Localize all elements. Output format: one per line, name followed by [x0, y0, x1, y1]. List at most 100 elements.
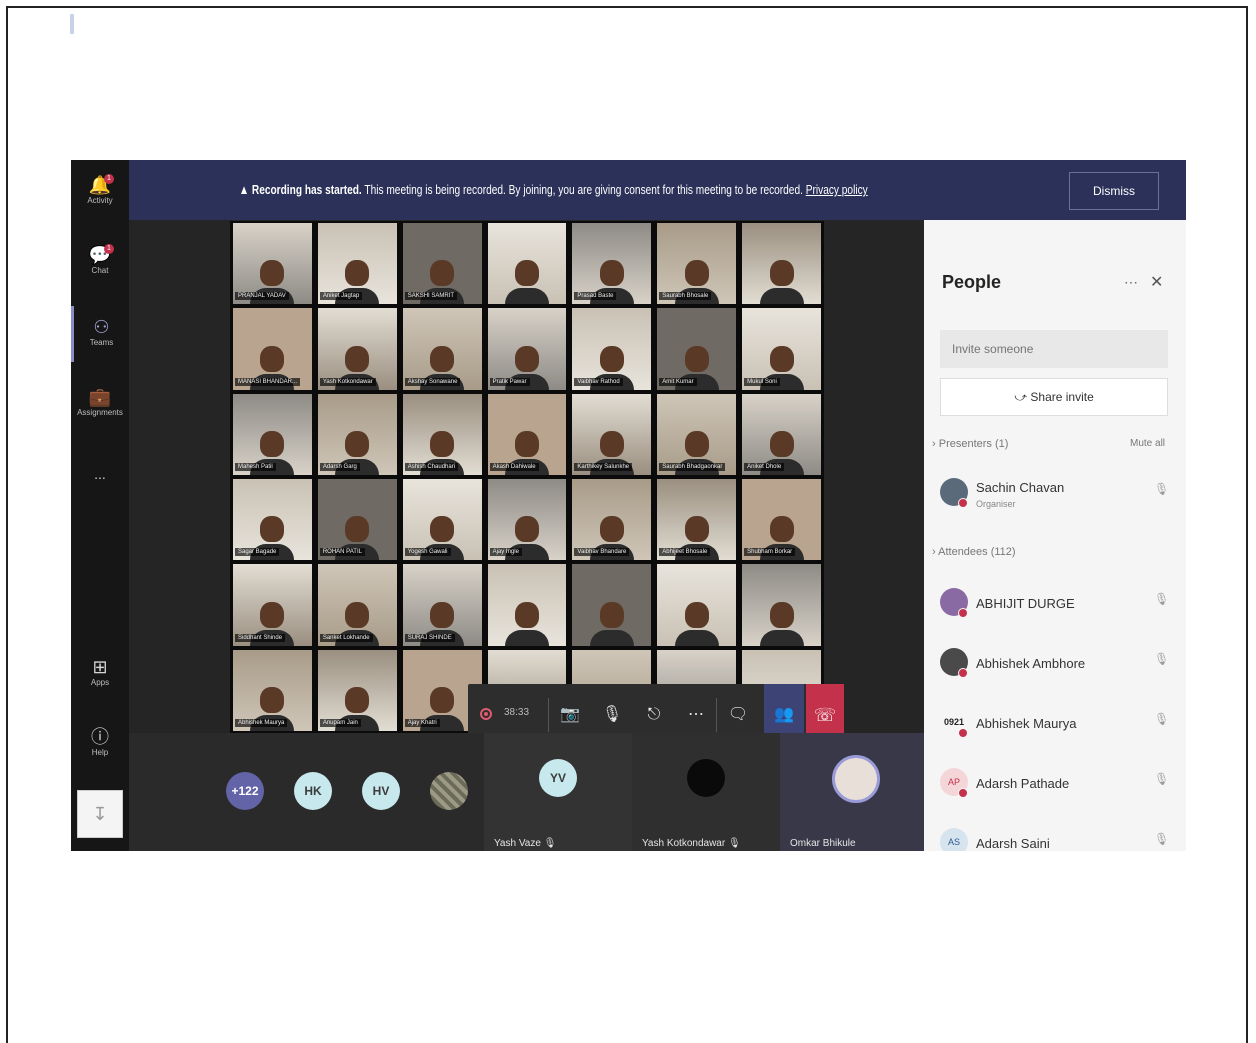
participant-name: Abhishek Maurya — [976, 716, 1077, 731]
more-actions-icon[interactable]: ⋯ — [682, 700, 710, 730]
video-tile[interactable]: Ashish Chaudhari — [402, 393, 482, 475]
video-tile[interactable]: Aniket Jagtap — [317, 223, 397, 305]
recording-indicator-icon — [480, 708, 492, 720]
video-tile[interactable]: Saurabh Bhosale — [657, 223, 737, 305]
video-tile[interactable]: Ajay Ingle — [487, 479, 567, 561]
video-tile[interactable]: MANASI BHANDAR... — [233, 308, 312, 390]
participant-video — [345, 260, 370, 287]
bell-icon: 🔔 — [88, 175, 112, 195]
rail-item-chat[interactable]: 💬 1 Chat — [71, 234, 129, 290]
status-icon — [958, 788, 968, 798]
video-tile[interactable]: Karthikey Salunkhe — [572, 393, 652, 475]
video-tile[interactable]: Prasad Baste — [572, 223, 652, 305]
participant-video — [514, 430, 539, 457]
video-tile[interactable]: Anupam Jain — [317, 649, 397, 731]
video-tile[interactable]: Shubham Borkar — [742, 479, 821, 561]
more-apps-icon[interactable]: ... — [71, 466, 129, 482]
participant-name: Vaibhav Bhandare — [574, 548, 630, 557]
participant-tile[interactable]: YV Yash Vaze 🎙 — [484, 733, 632, 851]
attendee-row[interactable]: ABHIJIT DURGE 🎙 — [940, 584, 1176, 630]
video-tile[interactable] — [742, 223, 821, 305]
camera-off-icon[interactable]: 📷 — [556, 700, 584, 730]
presenters-header[interactable]: › Presenters (1) — [932, 438, 1008, 450]
video-tile[interactable] — [487, 564, 567, 646]
more-options-icon[interactable]: ⋯ — [1124, 274, 1138, 291]
chat-toggle-icon[interactable]: 🗨 — [724, 700, 752, 730]
video-tile[interactable]: Mukul Soni — [742, 308, 821, 390]
video-tile[interactable]: Amit Kumar — [657, 308, 737, 390]
video-tile[interactable] — [657, 564, 737, 646]
teams-icon: ⚇ — [93, 317, 110, 337]
attendee-row[interactable]: AP Adarsh Pathade 🎙 — [940, 764, 1176, 810]
participant-video — [345, 516, 370, 543]
video-tile[interactable]: Mahesh Patil — [233, 393, 312, 475]
share-screen-icon[interactable]: ⎋ — [640, 700, 668, 730]
video-tile[interactable] — [487, 223, 567, 305]
participant-tile[interactable]: Omkar Bhikule — [780, 733, 924, 851]
people-panel: People ⋯ ✕ ⤻ Share invite › Presenters (… — [924, 220, 1186, 851]
rail-item-assignments[interactable]: 💼 Assignments — [71, 376, 129, 432]
rail-item-help[interactable]: ⓘ Help — [71, 716, 129, 772]
mic-off-icon[interactable]: 🎙 — [1154, 832, 1169, 846]
video-tile[interactable]: SURAJ SHINDE — [402, 564, 482, 646]
video-tile[interactable]: Abhijeet Bhosale — [657, 479, 737, 561]
share-invite-button[interactable]: ⤻ Share invite — [940, 378, 1168, 416]
status-icon — [958, 668, 968, 678]
mic-off-icon[interactable]: 🎙 — [1154, 482, 1169, 496]
overflow-count-avatar[interactable]: +122 — [226, 772, 264, 810]
avatar[interactable]: HK — [294, 772, 332, 810]
video-tile[interactable]: Siddhant Shinde — [233, 564, 312, 646]
video-tile[interactable]: Yash Kotkondawar — [317, 308, 397, 390]
avatar-photo[interactable] — [430, 772, 468, 810]
rail-item-activity[interactable]: 🔔 1 Activity — [71, 164, 129, 220]
participant-video — [599, 345, 624, 372]
video-tile[interactable] — [572, 564, 652, 646]
video-tile[interactable]: Sanket Lokhande — [317, 564, 397, 646]
privacy-policy-link[interactable]: Privacy policy — [806, 182, 868, 197]
attendee-row[interactable]: Abhishek Ambhore 🎙 — [940, 644, 1176, 690]
video-tile[interactable]: Akshay Sonawane — [402, 308, 482, 390]
participant-video — [514, 345, 539, 372]
rail-item-label: Help — [91, 748, 109, 757]
mic-off-icon[interactable]: 🎙 — [1154, 712, 1169, 726]
mic-off-icon[interactable]: 🎙 — [1154, 772, 1169, 786]
apps-icon: ⊞ — [92, 657, 108, 677]
participant-name: Anupam Jain — [319, 718, 361, 727]
participant-tile[interactable]: Yash Kotkondawar 🎙 — [632, 733, 780, 851]
rail-item-teams[interactable]: ⚇ Teams — [71, 306, 129, 362]
dismiss-button[interactable]: Dismiss — [1069, 172, 1159, 210]
avatar[interactable]: HV — [362, 772, 400, 810]
presenter-row[interactable]: Sachin Chavan Organiser 🎙 — [940, 474, 1176, 520]
invite-input[interactable] — [940, 330, 1168, 368]
video-tile[interactable]: Yogesh Gawali — [402, 479, 482, 561]
video-tile[interactable]: PRANJAL YADAV — [233, 223, 312, 305]
video-tile[interactable]: Abhishek Maurya — [233, 649, 312, 731]
video-tile[interactable]: Adarsh Garg — [317, 393, 397, 475]
mic-off-icon[interactable]: 🎙 — [1154, 592, 1169, 606]
close-icon[interactable]: ✕ — [1150, 272, 1163, 292]
video-tile[interactable]: ROHAN PATIL — [317, 479, 397, 561]
video-tile[interactable]: Akash Dahiwale — [487, 393, 567, 475]
rail-item-label: Activity — [87, 196, 113, 205]
rail-item-apps[interactable]: ⊞ Apps — [71, 646, 129, 702]
attendees-header[interactable]: › Attendees (112) — [932, 546, 1016, 558]
mic-off-icon[interactable]: 🎙 — [1154, 652, 1169, 666]
participant-video — [759, 629, 804, 646]
video-tile[interactable] — [742, 564, 821, 646]
participant-role: Organiser — [976, 499, 1016, 509]
video-tile[interactable]: SAKSHI SAMRIT — [402, 223, 482, 305]
video-tile[interactable]: Pratik Pawar — [487, 308, 567, 390]
participant-video — [599, 601, 624, 628]
video-tile[interactable]: Sagar Bagade — [233, 479, 312, 561]
participant-video — [430, 260, 455, 287]
mic-off-icon[interactable]: 🎙 — [598, 700, 626, 730]
download-icon[interactable]: ↧ — [77, 790, 123, 838]
mute-all-link[interactable]: Mute all — [1130, 438, 1165, 449]
video-tile[interactable]: Vaibhav Bhandare — [572, 479, 652, 561]
attendee-row[interactable]: AS Adarsh Saini 🎙 — [940, 824, 1176, 851]
video-tile[interactable]: Aniket Dhole — [742, 393, 821, 475]
video-tile[interactable]: Saurabh Bhadgaonkar — [657, 393, 737, 475]
attendee-row[interactable]: 0921 Abhishek Maurya 🎙 — [940, 704, 1176, 750]
video-tile[interactable]: Vaibhav Rathod — [572, 308, 652, 390]
participant-name: Saurabh Bhosale — [659, 292, 712, 301]
